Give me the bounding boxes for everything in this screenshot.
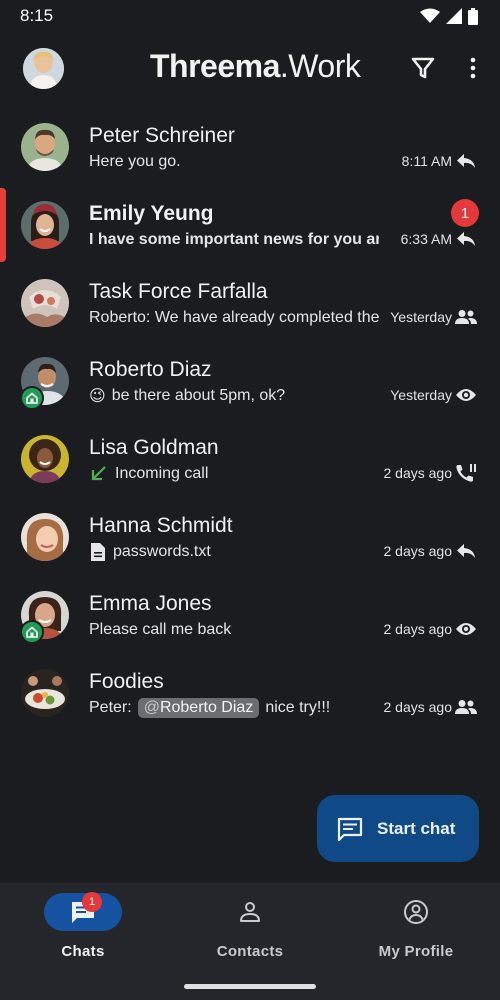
chat-row-foodies[interactable]: Foodies Peter: @Roberto Diaz nice try!!!… xyxy=(0,654,500,732)
group-avatar xyxy=(21,279,69,327)
battery-icon xyxy=(468,7,478,25)
chat-name: Emily Yeung xyxy=(89,202,214,225)
chat-row-roberto-diaz[interactable]: Roberto Diaz 😉 be there about 5pm, ok? Y… xyxy=(0,342,500,420)
group-icon xyxy=(454,306,478,328)
chat-time: Yesterday xyxy=(390,387,452,403)
chat-preview-text: I have some important news for you and xyxy=(89,231,379,248)
nav-my-profile-label: My Profile xyxy=(378,943,454,960)
app-logo: Threema .Work xyxy=(150,48,361,88)
mention-name: Roberto Diaz xyxy=(159,699,254,716)
chat-name: Emma Jones xyxy=(89,592,212,615)
chat-time: Yesterday xyxy=(390,309,452,325)
filter-button[interactable] xyxy=(409,54,437,82)
nav-contacts[interactable]: Contacts xyxy=(167,893,333,973)
chat-preview: passwords.txt xyxy=(89,541,379,563)
nav-chats-pill: 1 xyxy=(44,892,122,931)
chat-list: Peter Schreiner Here you go. 8:11 AM Emi… xyxy=(0,108,500,732)
chat-preview: Roberto: We have already completed the xyxy=(89,307,379,329)
incoming-call-arrow-icon xyxy=(91,466,106,481)
chat-preview: 😉 be there about 5pm, ok? xyxy=(89,385,379,407)
chat-row-peter-schreiner[interactable]: Peter Schreiner Here you go. 8:11 AM xyxy=(0,108,500,186)
nav-my-profile[interactable]: My Profile xyxy=(333,893,499,973)
nav-contacts-pill xyxy=(211,893,289,931)
nav-chats-badge: 1 xyxy=(82,892,102,912)
chat-preview: Incoming call xyxy=(89,463,379,485)
mention-at: @ xyxy=(143,699,160,716)
chat-time: 6:33 AM xyxy=(400,231,452,247)
status-icons xyxy=(420,7,478,25)
more-vert-icon xyxy=(470,57,476,79)
chat-preview-text: be there about 5pm, ok? xyxy=(111,387,286,404)
chat-name: Peter Schreiner xyxy=(89,124,235,147)
chat-row-emma-jones[interactable]: Emma Jones Please call me back 2 days ag… xyxy=(0,576,500,654)
chat-row-lisa-goldman[interactable]: Lisa Goldman Incoming call 2 days ago xyxy=(0,420,500,498)
wifi-icon xyxy=(420,8,440,23)
avatar xyxy=(21,123,69,171)
brand-sub: .Work xyxy=(279,48,361,84)
chat-preview: Please call me back xyxy=(89,619,379,641)
group-avatar xyxy=(21,669,69,717)
person-icon xyxy=(240,902,260,922)
nav-chats[interactable]: 1 Chats xyxy=(0,892,166,973)
avatar xyxy=(21,435,69,483)
brand-main: Threema xyxy=(150,48,280,84)
nav-contacts-label: Contacts xyxy=(216,943,284,960)
unread-badge: 1 xyxy=(451,199,479,227)
status-time: 8:15 xyxy=(20,6,54,25)
reply-icon xyxy=(454,228,478,250)
chat-time: 2 days ago xyxy=(383,699,453,715)
status-bar: 8:15 xyxy=(0,0,500,32)
work-icon xyxy=(26,626,38,638)
chat-row-task-force-farfalla[interactable]: Task Force Farfalla Roberto: We have alr… xyxy=(0,264,500,342)
chat-time: 2 days ago xyxy=(383,543,453,559)
start-chat-button[interactable]: Start chat xyxy=(317,795,479,862)
reply-icon xyxy=(454,540,478,562)
avatar xyxy=(21,201,69,249)
nav-my-profile-pill xyxy=(377,893,455,931)
chat-preview-text: Here you go. xyxy=(89,153,181,170)
eye-icon xyxy=(454,384,478,406)
chat-preview: Here you go. xyxy=(89,151,379,173)
avatar xyxy=(21,513,69,561)
chat-preview-text: passwords.txt xyxy=(113,543,211,560)
group-icon xyxy=(454,696,478,718)
phone-icon xyxy=(454,462,478,484)
chat-name: Roberto Diaz xyxy=(89,358,212,381)
chat-preview-text: Incoming call xyxy=(115,465,209,482)
filter-icon xyxy=(411,57,435,79)
chat-row-emily-yeung[interactable]: Emily Yeung I have some important news f… xyxy=(0,186,500,264)
chat-time: 2 days ago xyxy=(383,621,453,637)
chat-preview-sender: Peter: xyxy=(89,699,132,716)
chat-row-hanna-schmidt[interactable]: Hanna Schmidt passwords.txt 2 days ago xyxy=(0,498,500,576)
chat-preview: Peter: @Roberto Diaz nice try!!! xyxy=(89,697,379,719)
chat-time: 8:11 AM xyxy=(401,153,452,169)
chat-bubble-icon xyxy=(337,817,363,841)
eye-icon xyxy=(454,618,478,640)
signal-icon xyxy=(446,8,462,24)
chat-name: Hanna Schmidt xyxy=(89,514,233,537)
chat-preview-text: Roberto: We have already completed the xyxy=(89,309,379,326)
reply-icon xyxy=(454,150,478,172)
chat-name: Foodies xyxy=(89,670,164,693)
mention-chip[interactable]: @Roberto Diaz xyxy=(137,698,260,718)
more-options-button[interactable] xyxy=(462,54,484,82)
chat-time: 2 days ago xyxy=(383,465,453,481)
chat-name: Lisa Goldman xyxy=(89,436,219,459)
chat-preview-text: nice try!!! xyxy=(265,699,331,716)
start-chat-label: Start chat xyxy=(377,818,456,838)
work-badge xyxy=(20,620,44,644)
chat-preview-text: Please call me back xyxy=(89,621,232,638)
work-badge xyxy=(20,386,44,410)
chat-preview: I have some important news for you and xyxy=(89,229,379,251)
bottom-nav: 1 Chats Contacts My Profile xyxy=(0,883,500,1000)
nav-chats-label: Chats xyxy=(61,943,105,960)
emoji: 😉 xyxy=(89,388,106,405)
app-bar: Threema .Work xyxy=(0,36,500,100)
file-icon xyxy=(91,543,105,561)
gesture-bar[interactable] xyxy=(184,984,316,989)
work-icon xyxy=(26,392,38,404)
my-avatar[interactable] xyxy=(23,48,64,89)
chat-name: Task Force Farfalla xyxy=(89,280,268,303)
account-circle-icon xyxy=(404,900,428,924)
